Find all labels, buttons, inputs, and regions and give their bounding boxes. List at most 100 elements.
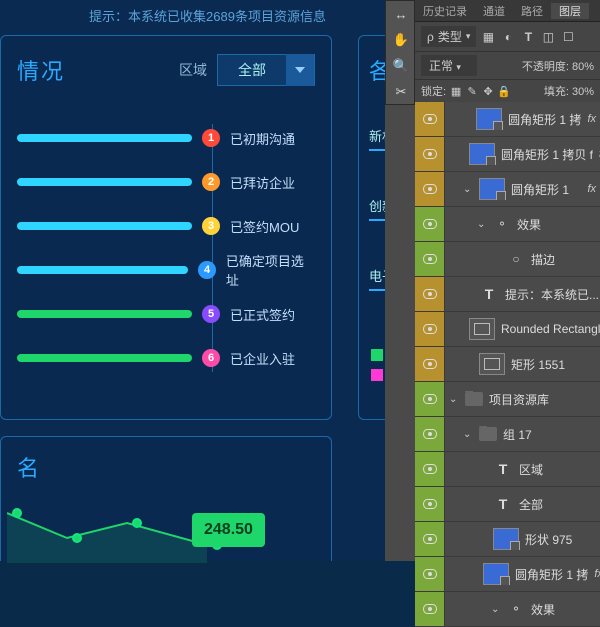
visibility-toggle[interactable] [415, 312, 445, 346]
panel-status: 情况 区域 全部 1 已初期沟通 2 已拜访企业 3 已签约MOU 4 已确定项… [0, 35, 332, 420]
layer-name: 圆角矩形 1 拷贝 f [501, 146, 593, 163]
tool-crop[interactable]: ✂ [386, 79, 416, 105]
layer-thumb [476, 108, 502, 130]
text-layer-icon: T [493, 461, 513, 477]
tab-paths[interactable]: 路径 [513, 3, 551, 19]
layer-row[interactable]: 圆角矩形 1 拷 fx [415, 102, 600, 137]
eye-icon [423, 394, 437, 404]
step-badge: 5 [202, 305, 220, 323]
expand-chevron[interactable]: ⌄ [449, 394, 459, 405]
fx-icon: ⚬ [507, 602, 525, 616]
filter-text-icon[interactable]: T [520, 29, 536, 45]
visibility-toggle[interactable] [415, 277, 445, 311]
visibility-toggle[interactable] [415, 242, 445, 276]
expand-chevron[interactable]: ⌄ [477, 219, 487, 230]
eye-icon [423, 569, 437, 579]
step-label: 已初期沟通 [230, 129, 295, 148]
visibility-toggle[interactable] [415, 592, 445, 626]
tool-hand[interactable]: ✋ [386, 27, 416, 53]
expand-chevron[interactable]: ⌄ [463, 184, 473, 195]
opacity-value[interactable]: 80% [572, 61, 594, 73]
text-layer-icon: T [479, 286, 499, 302]
layer-name: 圆角矩形 1 拷 [515, 566, 588, 583]
opacity-label: 不透明度: [522, 61, 569, 73]
expand-chevron[interactable]: ⌄ [491, 604, 501, 615]
eye-icon [423, 114, 437, 124]
status-row: 6 已企业入驻 [17, 336, 315, 380]
layer-row[interactable]: ⌄⚬效果 [415, 207, 600, 242]
layer-row[interactable]: ⌄项目资源库 [415, 382, 600, 417]
region-select[interactable]: 全部 [217, 54, 315, 86]
lock-pos-icon[interactable]: ✥ [482, 85, 494, 97]
visibility-toggle[interactable] [415, 382, 445, 416]
layer-row[interactable]: ⌄ ⚬ 效果 [415, 592, 600, 627]
visibility-toggle[interactable] [415, 172, 445, 206]
visibility-toggle[interactable] [415, 102, 445, 136]
lock-brush-icon[interactable]: ✎ [466, 85, 478, 97]
legend-swatch [371, 349, 383, 361]
fill-label: 填充: [544, 86, 569, 98]
visibility-toggle[interactable] [415, 487, 445, 521]
filter-pixel-icon[interactable]: ▦ [480, 29, 496, 45]
layer-thumb [479, 178, 505, 200]
fx-indicator: fx [587, 113, 596, 125]
visibility-toggle[interactable] [415, 452, 445, 486]
fx-icon: ⚬ [493, 217, 511, 231]
step-label: 已拜访企业 [230, 173, 295, 192]
layer-row[interactable]: ⌄圆角矩形 1fx [415, 172, 600, 207]
fill-value[interactable]: 30% [572, 86, 594, 98]
visibility-toggle[interactable] [415, 522, 445, 556]
layer-row[interactable]: ○ 描边 [415, 242, 600, 277]
region-label: 区域 [179, 60, 207, 80]
layer-row[interactable]: T全部 [415, 487, 600, 522]
tool-zoom[interactable]: 🔍 [386, 53, 416, 79]
blend-mode-select[interactable]: 正常 ▾ [421, 55, 477, 76]
timeline-line [212, 124, 213, 372]
folder-icon [465, 392, 483, 406]
expand-chevron[interactable]: ⌄ [463, 429, 473, 440]
filter-adjust-icon[interactable]: ◐ [500, 29, 516, 45]
step-badge: 6 [202, 349, 220, 367]
layer-row[interactable]: T 提示：本系统已... [415, 277, 600, 312]
visibility-toggle[interactable] [415, 417, 445, 451]
eye-icon [423, 149, 437, 159]
layer-row[interactable]: 圆角矩形 1 拷贝 ffx [415, 137, 600, 172]
fx-item-icon: ○ [507, 252, 525, 266]
step-badge: 3 [202, 217, 220, 235]
layer-name: 效果 [531, 601, 555, 618]
chart-point [12, 508, 22, 518]
layer-name: 描边 [531, 251, 555, 268]
status-row: 4 已确定项目选址 [17, 248, 315, 292]
tab-layers[interactable]: 图层 [551, 3, 589, 19]
step-badge: 2 [202, 173, 220, 191]
eye-icon [423, 219, 437, 229]
layer-name: 矩形 1551 [511, 356, 565, 373]
status-bar [17, 222, 192, 230]
visibility-toggle[interactable] [415, 207, 445, 241]
fx-indicator: fx [587, 183, 596, 195]
visibility-toggle[interactable] [415, 347, 445, 381]
layer-row[interactable]: 形状 975 [415, 522, 600, 557]
filter-kind[interactable]: ρ类型▾ [421, 26, 476, 47]
tab-channels[interactable]: 通道 [475, 3, 513, 19]
visibility-toggle[interactable] [415, 557, 445, 591]
layer-row[interactable]: Rounded Rectangle 5 ...fx [415, 312, 600, 347]
layer-row[interactable]: ⌄组 17 [415, 417, 600, 452]
lock-trans-icon[interactable]: ▦ [450, 85, 462, 97]
tab-history[interactable]: 历史记录 [415, 3, 475, 19]
filter-smart-icon[interactable]: ☐ [560, 29, 576, 45]
eye-icon [423, 534, 437, 544]
filter-shape-icon[interactable]: ◫ [540, 29, 556, 45]
layer-name: 提示：本系统已... [505, 286, 599, 303]
tool-arrow[interactable]: ↔ [386, 1, 416, 27]
visibility-toggle[interactable] [415, 137, 445, 171]
layer-row[interactable]: 圆角矩形 1 拷fx [415, 557, 600, 592]
region-dropdown-button[interactable] [286, 54, 314, 86]
lock-all-icon[interactable]: 🔒 [498, 85, 510, 97]
status-row: 2 已拜访企业 [17, 160, 315, 204]
layer-row[interactable]: T区域 [415, 452, 600, 487]
layer-row[interactable]: 矩形 1551 [415, 347, 600, 382]
eye-icon [423, 184, 437, 194]
layer-name: 圆角矩形 1 拷 [508, 111, 581, 128]
filter-label: 类型 [438, 28, 462, 45]
